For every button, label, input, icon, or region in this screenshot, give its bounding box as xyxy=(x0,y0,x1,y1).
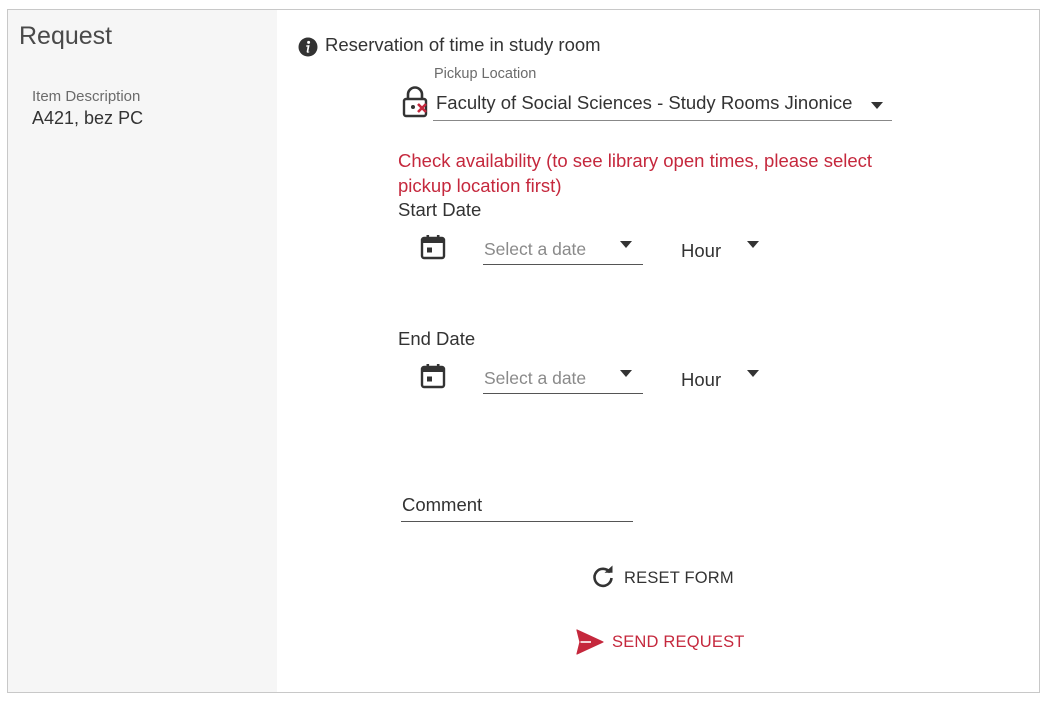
start-date-label: Start Date xyxy=(398,199,482,220)
chevron-down-icon xyxy=(747,370,759,377)
start-hour-label: Hour xyxy=(681,240,722,261)
request-panel: Request Item Description A421, bez PC Re… xyxy=(7,9,1040,693)
comment-label: Comment xyxy=(402,494,483,515)
end-date-label: End Date xyxy=(398,328,476,349)
chevron-down-icon xyxy=(620,241,632,248)
info-icon xyxy=(298,37,318,57)
pickup-location-value: Faculty of Social Sciences - Study Rooms… xyxy=(436,92,853,113)
send-request-button[interactable]: SEND REQUEST xyxy=(576,625,745,659)
start-date-input[interactable]: Select a date xyxy=(483,235,643,265)
start-hour-select[interactable]: Hour xyxy=(681,235,781,265)
end-hour-label: Hour xyxy=(681,369,722,390)
pickup-location-label: Pickup Location xyxy=(434,66,537,82)
item-description-label: Item Description xyxy=(32,88,141,105)
request-sidebar: Request Item Description A421, bez PC xyxy=(8,10,277,692)
calendar-icon[interactable] xyxy=(420,234,446,260)
form-title: Reservation of time in study room xyxy=(325,34,601,55)
reset-form-button[interactable]: RESET FORM xyxy=(590,561,734,595)
send-request-label: SEND REQUEST xyxy=(612,632,745,651)
calendar-icon[interactable] xyxy=(420,363,446,389)
lock-icon xyxy=(402,86,428,118)
availability-note: Check availability (to see library open … xyxy=(398,150,873,196)
reset-form-label: RESET FORM xyxy=(624,568,734,587)
chevron-down-icon xyxy=(747,241,759,248)
refresh-icon xyxy=(593,565,613,588)
sidebar-title: Request xyxy=(19,22,113,50)
comment-input[interactable]: Comment xyxy=(401,489,633,522)
send-icon xyxy=(576,629,604,655)
start-date-placeholder: Select a date xyxy=(484,239,587,259)
chevron-down-icon xyxy=(620,370,632,377)
end-hour-select[interactable]: Hour xyxy=(681,364,781,394)
item-description-value: A421, bez PC xyxy=(32,108,144,128)
end-date-placeholder: Select a date xyxy=(484,368,587,388)
end-date-input[interactable]: Select a date xyxy=(483,364,643,394)
request-form: Reservation of time in study room Pickup… xyxy=(277,10,1039,692)
pickup-location-select[interactable]: Faculty of Social Sciences - Study Rooms… xyxy=(433,90,892,121)
chevron-down-icon xyxy=(871,102,883,109)
